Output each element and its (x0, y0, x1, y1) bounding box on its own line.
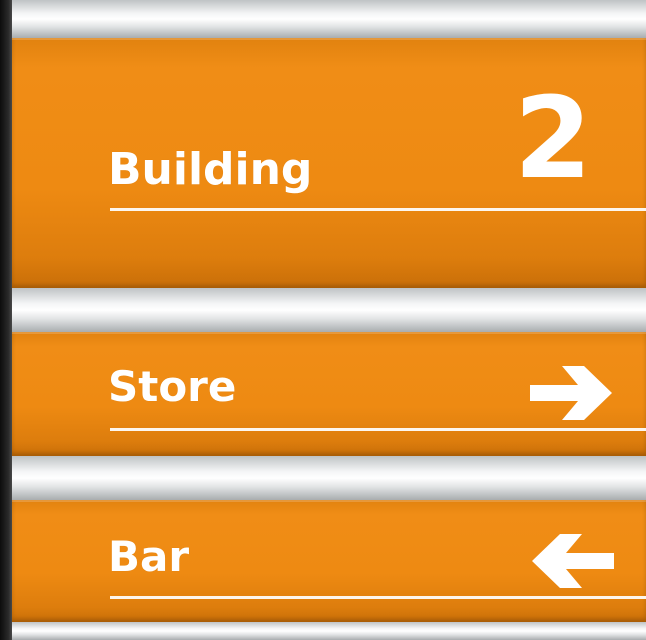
building-label: Building (108, 144, 313, 195)
bar-underline (110, 596, 646, 599)
bottom-rail (12, 622, 646, 640)
building-panel: Building 2 (12, 38, 646, 288)
bar-label: Bar (108, 532, 190, 581)
left-arrow-icon (532, 534, 614, 588)
building-number: 2 (514, 74, 592, 204)
store-underline (110, 428, 646, 431)
store-label: Store (108, 362, 237, 411)
right-arrow-icon (530, 366, 612, 420)
middle-rail-2 (12, 456, 646, 500)
building-underline (110, 208, 646, 211)
top-rail (12, 0, 646, 38)
middle-rail-1 (12, 288, 646, 332)
bar-panel: Bar (12, 500, 646, 622)
store-panel: Store (12, 332, 646, 456)
